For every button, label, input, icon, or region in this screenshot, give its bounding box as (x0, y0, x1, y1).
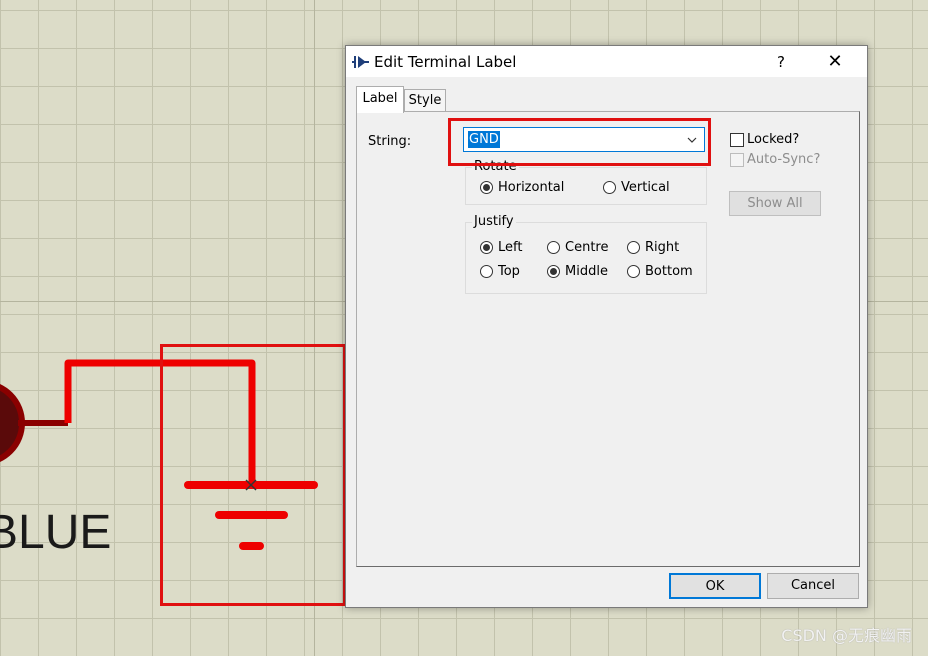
justify-right-radio[interactable] (627, 241, 640, 254)
chevron-down-icon[interactable] (686, 134, 698, 146)
locked-checkbox[interactable] (730, 133, 744, 147)
ok-button[interactable]: OK (669, 573, 761, 599)
justify-middle-label[interactable]: Middle (565, 264, 608, 279)
tab-style[interactable]: Style (404, 89, 446, 112)
close-icon: ✕ (827, 51, 843, 72)
close-button[interactable]: ✕ (813, 49, 857, 75)
terminal-icon (352, 56, 369, 68)
tab-label[interactable]: Label (356, 86, 404, 113)
show-all-button: Show All (729, 191, 821, 216)
wire (64, 359, 256, 485)
justify-centre-label[interactable]: Centre (565, 240, 608, 255)
rotate-vertical-label[interactable]: Vertical (621, 180, 670, 195)
justify-left-radio[interactable] (480, 241, 493, 254)
justify-bottom-label[interactable]: Bottom (645, 264, 693, 279)
justify-group-title: Justify (472, 214, 516, 229)
auto-sync-checkbox (730, 153, 744, 167)
rotate-group-title: Rotate (472, 159, 519, 174)
locked-label[interactable]: Locked? (747, 132, 799, 147)
justify-middle-radio[interactable] (547, 265, 560, 278)
justify-top-label[interactable]: Top (498, 264, 520, 279)
justify-right-label[interactable]: Right (645, 240, 679, 255)
justify-bottom-radio[interactable] (627, 265, 640, 278)
rotate-horizontal-label[interactable]: Horizontal (498, 180, 564, 195)
edit-terminal-label-dialog: Edit Terminal Label ? ✕ Label Style Stri… (345, 45, 868, 608)
justify-group (465, 222, 707, 294)
help-button[interactable]: ? (761, 49, 801, 75)
dialog-title: Edit Terminal Label (374, 53, 517, 71)
watermark: CSDN @无痕幽雨 (781, 626, 912, 645)
auto-sync-label: Auto-Sync? (747, 152, 821, 167)
rotate-vertical-radio[interactable] (603, 181, 616, 194)
justify-left-label[interactable]: Left (498, 240, 522, 255)
justify-centre-radio[interactable] (547, 241, 560, 254)
cancel-button[interactable]: Cancel (767, 573, 859, 599)
string-value: GND (468, 131, 500, 148)
title-bar[interactable]: Edit Terminal Label ? ✕ (346, 46, 867, 77)
justify-top-radio[interactable] (480, 265, 493, 278)
led-label: BLUE (0, 506, 112, 559)
string-combobox[interactable]: GND (463, 127, 705, 152)
rotate-horizontal-radio[interactable] (480, 181, 493, 194)
string-label: String: (368, 134, 412, 149)
